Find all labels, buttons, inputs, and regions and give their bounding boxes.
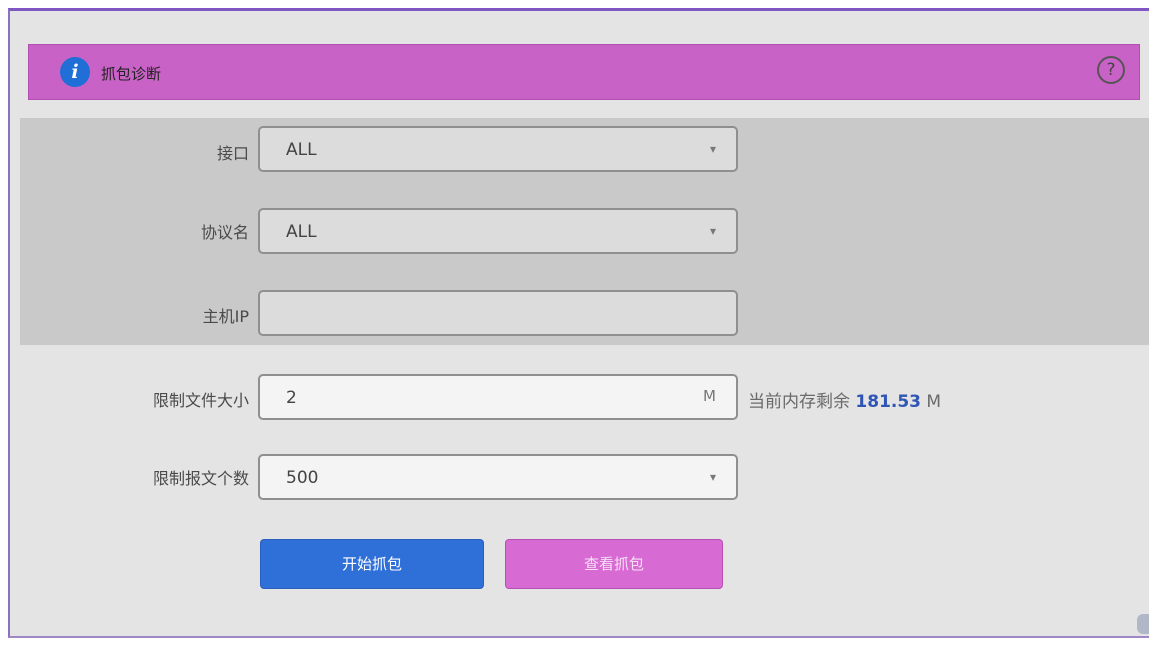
packet-count-label: 限制报文个数	[152, 469, 249, 488]
file-size-value: 2	[286, 388, 297, 408]
help-icon[interactable]: ?	[1097, 56, 1125, 84]
memory-unit: M	[921, 392, 942, 412]
file-size-input[interactable]: 2 M	[258, 374, 738, 420]
interface-select[interactable]: ALL ▾	[258, 126, 738, 172]
chevron-down-icon: ▾	[709, 142, 716, 156]
protocol-value: ALL	[286, 222, 317, 242]
chevron-down-icon: ▾	[709, 224, 716, 238]
memory-value: 181.53	[855, 392, 922, 412]
info-icon: i	[60, 57, 90, 87]
start-capture-button[interactable]: 开始抓包	[260, 539, 484, 589]
page-title: 抓包诊断	[101, 65, 162, 83]
file-size-label: 限制文件大小	[152, 391, 249, 410]
corner-widget-icon[interactable]	[1137, 614, 1149, 634]
chevron-down-icon: ▾	[709, 470, 716, 484]
memory-remaining: 当前内存剩余 181.53 M	[748, 387, 941, 412]
interface-value: ALL	[286, 140, 317, 160]
protocol-label: 协议名	[200, 223, 249, 242]
interface-label: 接口	[216, 144, 249, 163]
protocol-select[interactable]: ALL ▾	[258, 208, 738, 254]
file-size-unit: M	[703, 387, 716, 405]
packet-count-select[interactable]: 500 ▾	[258, 454, 738, 500]
host-ip-input[interactable]	[258, 290, 738, 336]
memory-prefix: 当前内存剩余	[748, 392, 856, 412]
packet-count-value: 500	[286, 468, 319, 488]
view-capture-button[interactable]: 查看抓包	[505, 539, 723, 589]
panel-header: i 抓包诊断 ?	[28, 44, 1140, 100]
host-ip-label: 主机IP	[202, 307, 249, 326]
